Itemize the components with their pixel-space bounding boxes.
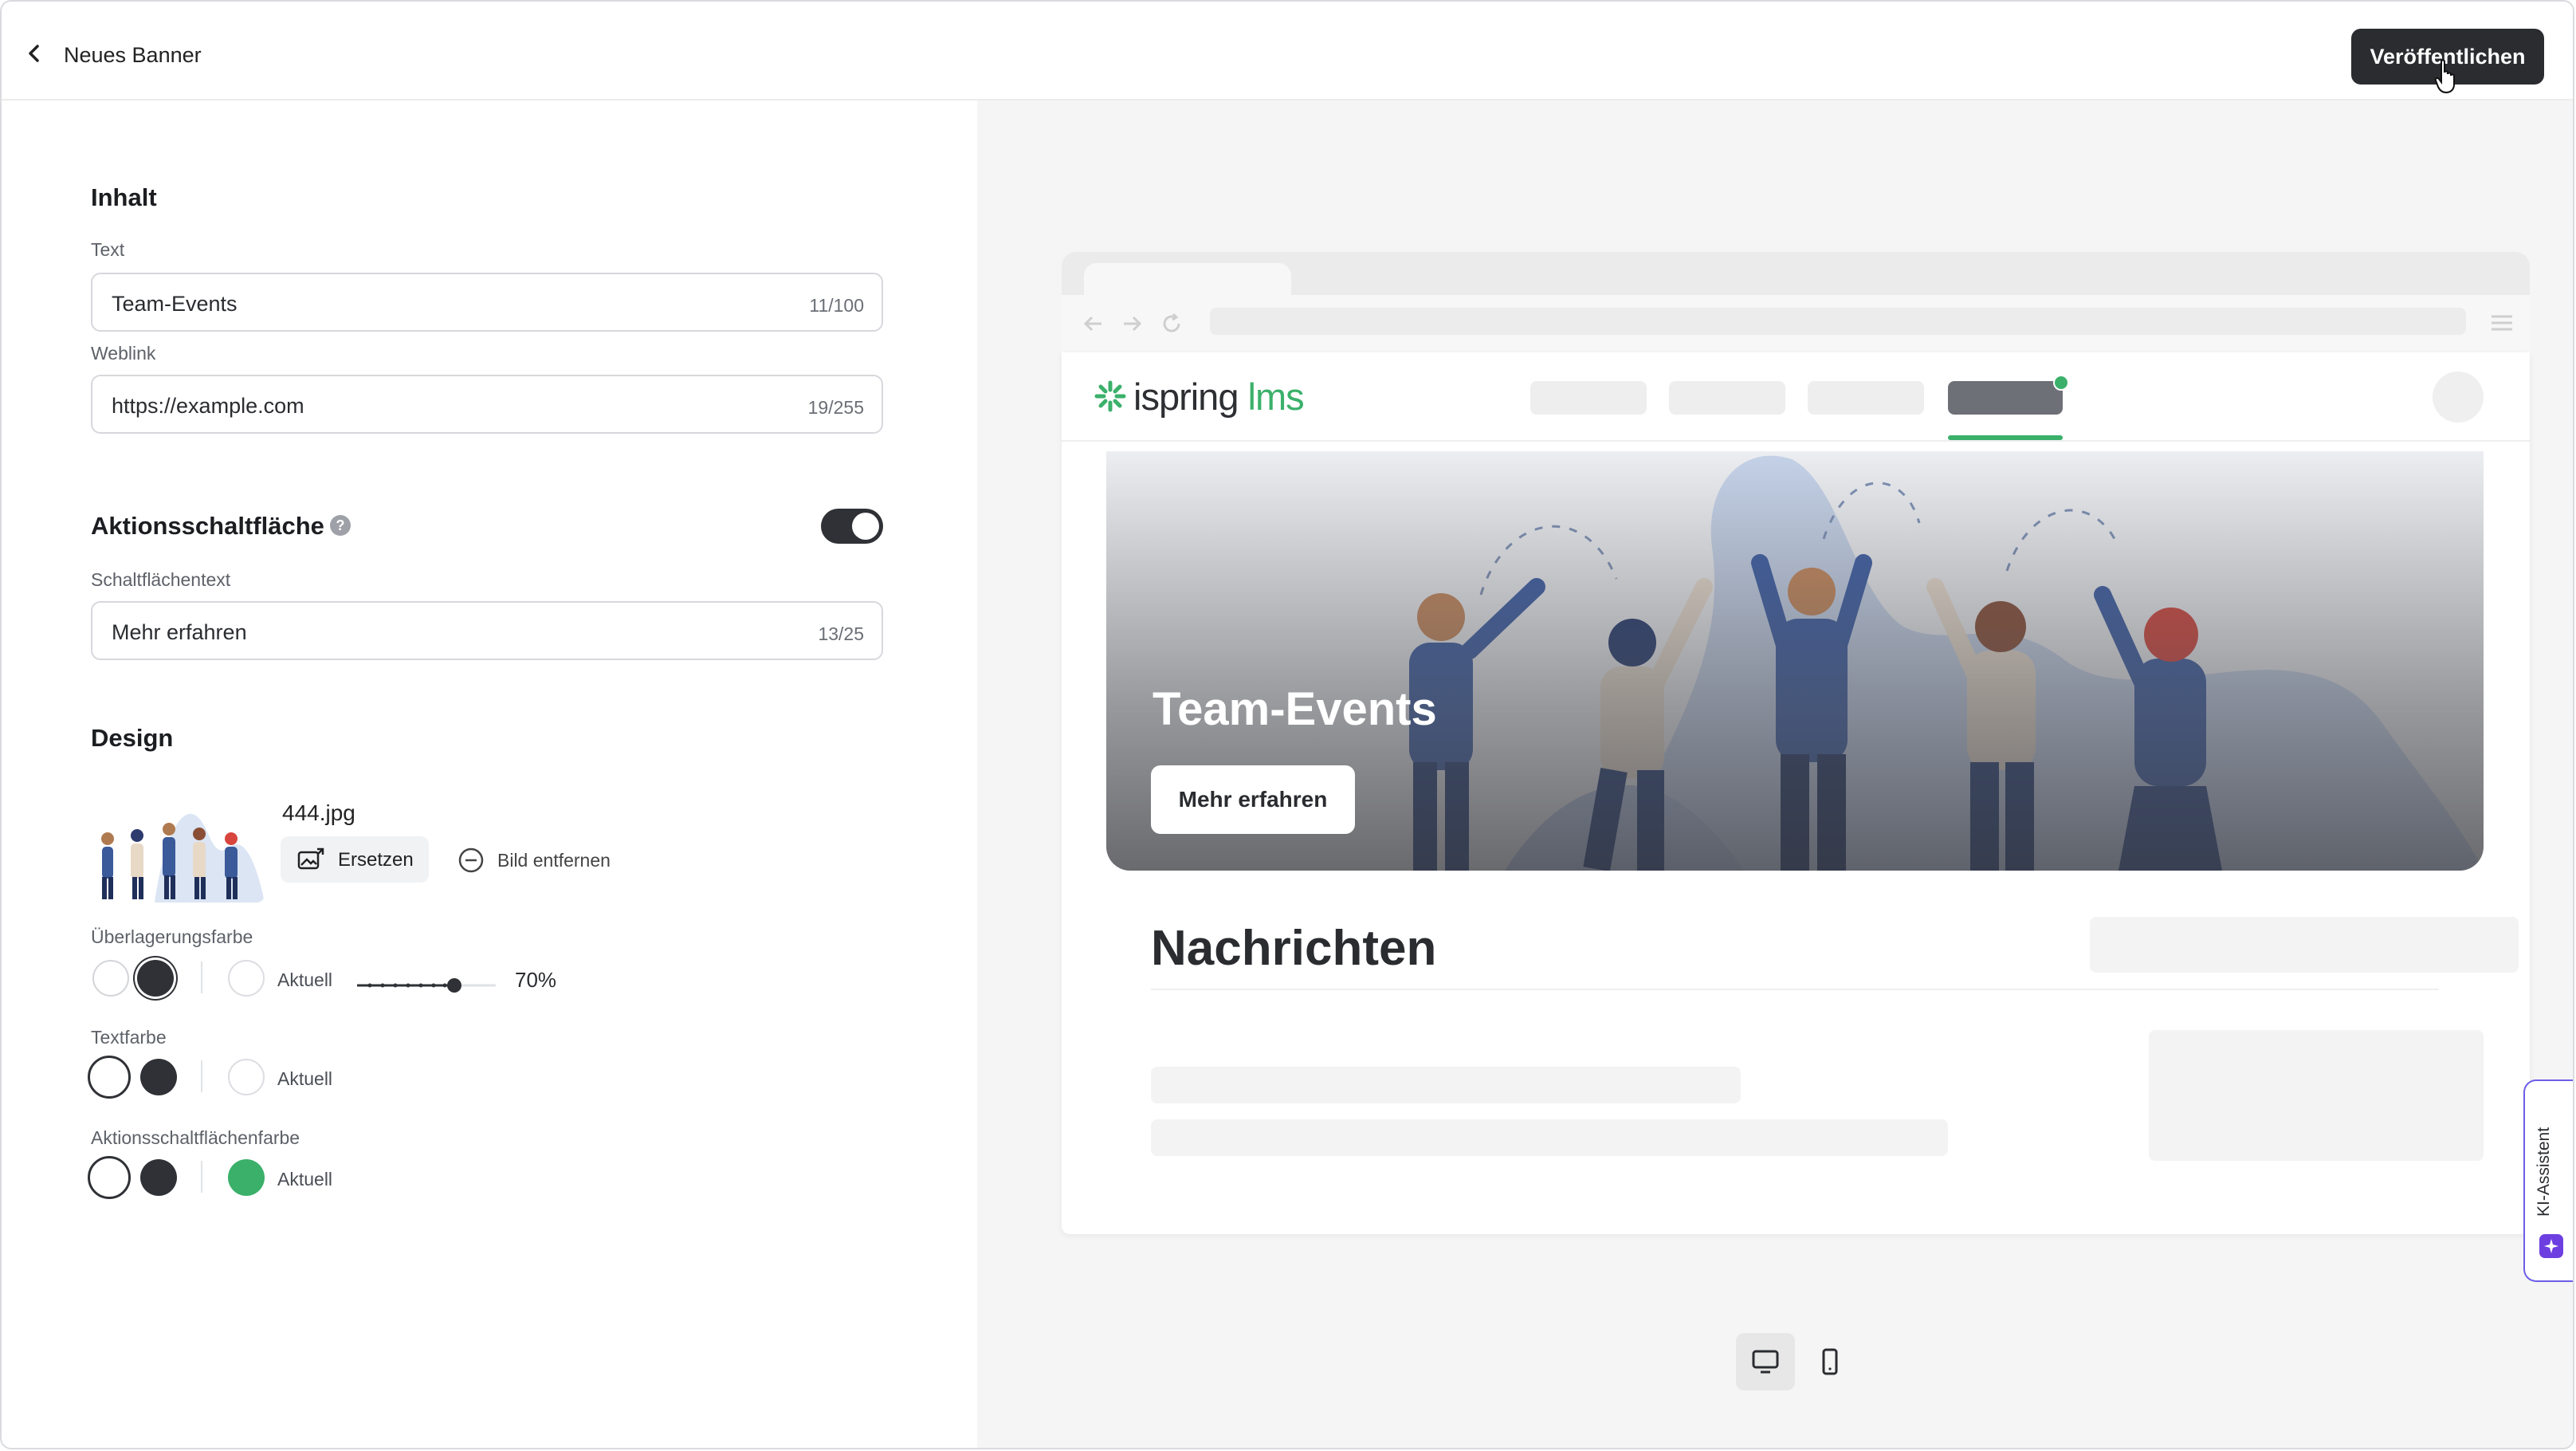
- overlay-opacity-slider[interactable]: [355, 977, 497, 993]
- overlay-opacity-value: 70%: [515, 968, 557, 992]
- logo: ispring lms: [1133, 375, 1305, 419]
- design-section-title: Design: [91, 724, 174, 752]
- browser-mockup: ispring lms Team-Events Mehr erfahren Na…: [1062, 252, 2530, 1234]
- text-input-counter: 11/100: [809, 295, 864, 316]
- replace-image-label: Ersetzen: [338, 849, 414, 871]
- content-section-title: Inhalt: [91, 183, 157, 211]
- text-color-label: Textfarbe: [91, 1027, 167, 1048]
- back-arrow-icon: [1083, 316, 1101, 332]
- desktop-icon: [1752, 1350, 1779, 1374]
- ai-assistant-label: KI-Assistent: [2535, 1127, 2553, 1217]
- placeholder-block: [2149, 1030, 2484, 1161]
- overlay-swatch-white[interactable]: [92, 960, 129, 997]
- reload-icon: [1163, 313, 1180, 332]
- lms-page-preview: ispring lms Team-Events Mehr erfahren Na…: [1062, 352, 2530, 1234]
- overlay-swatch-current[interactable]: [228, 960, 265, 997]
- remove-image-label: Bild entfernen: [497, 850, 611, 871]
- mobile-icon: [1822, 1348, 1838, 1375]
- action-button-toggle[interactable]: [821, 509, 883, 544]
- sparkle-logo-icon: [1094, 380, 1126, 412]
- text-input-value: Team-Events: [112, 292, 238, 316]
- placeholder-line: [1151, 1119, 1948, 1156]
- browser-nav-bar: [1062, 295, 2530, 352]
- weblink-input[interactable]: https://example.com 19/255: [91, 375, 883, 434]
- back-button[interactable]: [22, 41, 46, 65]
- nav-item-placeholder: [1808, 381, 1924, 415]
- help-icon[interactable]: ?: [330, 515, 351, 536]
- image-file-name: 444.jpg: [282, 800, 355, 825]
- mobile-view-button[interactable]: [1806, 1333, 1854, 1390]
- chevron-left-icon: [29, 45, 39, 62]
- settings-panel: Inhalt Text Team-Events 11/100 Weblink h…: [2, 100, 977, 1448]
- button-swatch-dark[interactable]: [140, 1159, 177, 1196]
- text-field-label: Text: [91, 239, 125, 260]
- divider: [201, 1161, 202, 1193]
- action-section-title: Aktionsschaltfläche: [91, 512, 324, 540]
- banner-action-button[interactable]: Mehr erfahren: [1151, 765, 1355, 834]
- browser-chrome: [1062, 252, 2530, 352]
- nav-item-placeholder: [1669, 381, 1785, 415]
- banner-image-thumbnail: [91, 791, 265, 902]
- site-header: ispring lms: [1062, 352, 2530, 442]
- forward-arrow-icon: [1124, 316, 1142, 332]
- desktop-view-button[interactable]: [1736, 1333, 1795, 1390]
- button-text-value: Mehr erfahren: [112, 620, 247, 644]
- text-input[interactable]: Team-Events 11/100: [91, 273, 883, 332]
- divider: [201, 961, 202, 993]
- button-swatch-current[interactable]: [228, 1159, 265, 1196]
- divider: [1151, 989, 2439, 990]
- banner-title: Team-Events: [1153, 683, 1437, 735]
- image-replace-icon: [297, 847, 324, 870]
- url-bar: [1210, 308, 2466, 335]
- toggle-knob: [852, 513, 879, 540]
- overlay-current-label: Aktuell: [277, 969, 333, 990]
- button-text-input[interactable]: Mehr erfahren 13/25: [91, 601, 883, 660]
- news-section-title: Nachrichten: [1151, 921, 1437, 976]
- button-current-label: Aktuell: [277, 1169, 333, 1190]
- button-text-counter: 13/25: [818, 623, 864, 644]
- preview-panel: ispring lms Team-Events Mehr erfahren Na…: [977, 100, 2573, 1448]
- placeholder-line: [1151, 1067, 1741, 1103]
- replace-image-button[interactable]: Ersetzen: [281, 836, 429, 883]
- text-swatch-current[interactable]: [228, 1059, 265, 1095]
- minus-circle-icon: [458, 847, 484, 873]
- nav-item-placeholder: [1530, 381, 1647, 415]
- divider: [201, 1060, 202, 1092]
- nav-item-active-placeholder: [1948, 381, 2063, 415]
- text-swatch-white[interactable]: [88, 1056, 131, 1099]
- sparkle-icon: [2539, 1234, 2563, 1258]
- placeholder-block: [2090, 917, 2519, 973]
- top-bar: Neues Banner Veröffentlichen: [2, 2, 2573, 100]
- weblink-field-label: Weblink: [91, 343, 156, 364]
- button-text-label: Schaltflächentext: [91, 569, 231, 590]
- text-current-label: Aktuell: [277, 1068, 333, 1089]
- nav-active-underline: [1948, 435, 2063, 440]
- remove-image-button[interactable]: Bild entfernen: [456, 836, 631, 883]
- page-title: Neues Banner: [64, 43, 202, 67]
- text-swatch-dark[interactable]: [140, 1059, 177, 1095]
- weblink-input-counter: 19/255: [807, 397, 864, 418]
- app-window: Neues Banner Veröffentlichen Inhalt Text…: [0, 0, 2574, 1449]
- ai-assistant-tab[interactable]: KI-Assistent: [2523, 1079, 2573, 1282]
- banner-preview: Team-Events Mehr erfahren: [1106, 451, 2484, 871]
- overlay-swatch-dark[interactable]: [137, 960, 174, 997]
- avatar: [2433, 372, 2484, 423]
- pointer-cursor-icon: [2434, 59, 2455, 94]
- overlay-color-label: Überlagerungsfarbe: [91, 926, 253, 947]
- button-color-label: Aktionsschaltflächenfarbe: [91, 1127, 300, 1148]
- logo-accent-text: lms: [1247, 376, 1305, 418]
- logo-main-text: ispring: [1133, 376, 1239, 418]
- weblink-input-value: https://example.com: [112, 394, 304, 418]
- notification-dot: [2053, 375, 2069, 391]
- menu-icon: [2492, 315, 2512, 331]
- browser-tab: [1084, 263, 1291, 295]
- button-swatch-white[interactable]: [88, 1156, 131, 1199]
